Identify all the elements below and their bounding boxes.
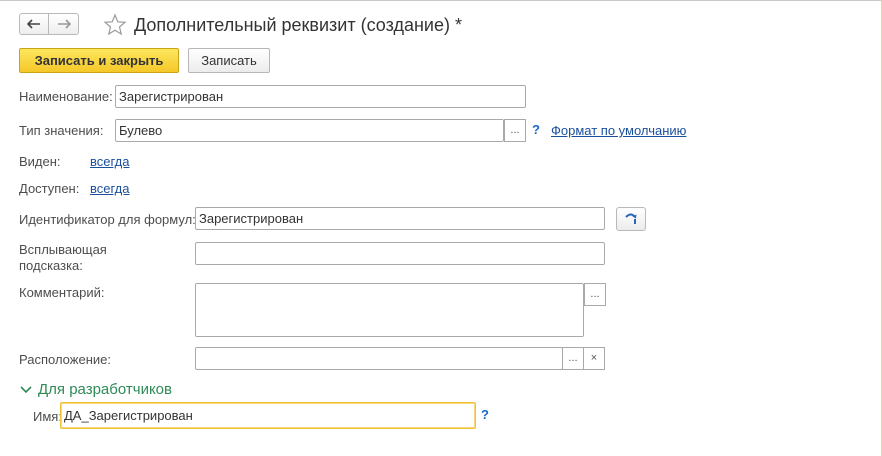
value-type-label: Тип значения: (19, 123, 104, 138)
default-format-link[interactable]: Формат по умолчанию (551, 123, 686, 138)
developers-group-label: Для разработчиков (38, 381, 172, 398)
chevron-down-icon (20, 385, 32, 393)
value-type-select-button[interactable]: ... (504, 119, 526, 142)
tooltip-field[interactable] (195, 242, 605, 265)
developers-group-toggle[interactable]: Для разработчиков (20, 381, 172, 398)
formula-id-label: Идентификатор для формул: (19, 212, 196, 227)
available-link[interactable]: всегда (90, 181, 129, 196)
name-field[interactable]: Зарегистрирован (115, 85, 526, 108)
back-button[interactable] (19, 13, 49, 35)
location-label: Расположение: (19, 352, 111, 367)
available-label: Доступен: (19, 181, 80, 196)
comment-select-button[interactable]: ... (584, 283, 606, 306)
dev-name-field[interactable]: ДА_Зарегистрирован (60, 402, 476, 429)
star-icon (103, 13, 127, 36)
save-button[interactable]: Записать (188, 48, 270, 73)
visible-label: Виден: (19, 154, 61, 169)
dev-name-label: Имя: (33, 409, 62, 424)
formula-id-field[interactable]: Зарегистрирован (195, 207, 605, 230)
arrow-left-icon (27, 19, 40, 29)
page-title: Дополнительный реквизит (создание) * (134, 15, 462, 35)
comment-field[interactable] (195, 283, 584, 337)
value-type-help-icon[interactable]: ? (532, 122, 540, 137)
forward-button[interactable] (49, 13, 79, 35)
visible-link[interactable]: всегда (90, 154, 129, 169)
favorite-button[interactable] (103, 13, 127, 37)
location-select-button[interactable]: ... (562, 347, 584, 370)
location-field[interactable] (195, 347, 563, 370)
refresh-icon (625, 213, 637, 224)
save-and-close-button[interactable]: Записать и закрыть (19, 48, 179, 73)
dev-name-help-icon[interactable]: ? (481, 407, 489, 422)
arrow-right-icon (57, 19, 71, 29)
refresh-id-button[interactable] (616, 207, 646, 231)
location-clear-button[interactable]: × (583, 347, 605, 370)
window-top-border (0, 0, 882, 1)
tooltip-label: Всплывающая подсказка: (19, 242, 107, 273)
comment-label: Комментарий: (19, 285, 105, 300)
name-label: Наименование: (19, 89, 113, 104)
value-type-field[interactable]: Булево (115, 119, 504, 142)
